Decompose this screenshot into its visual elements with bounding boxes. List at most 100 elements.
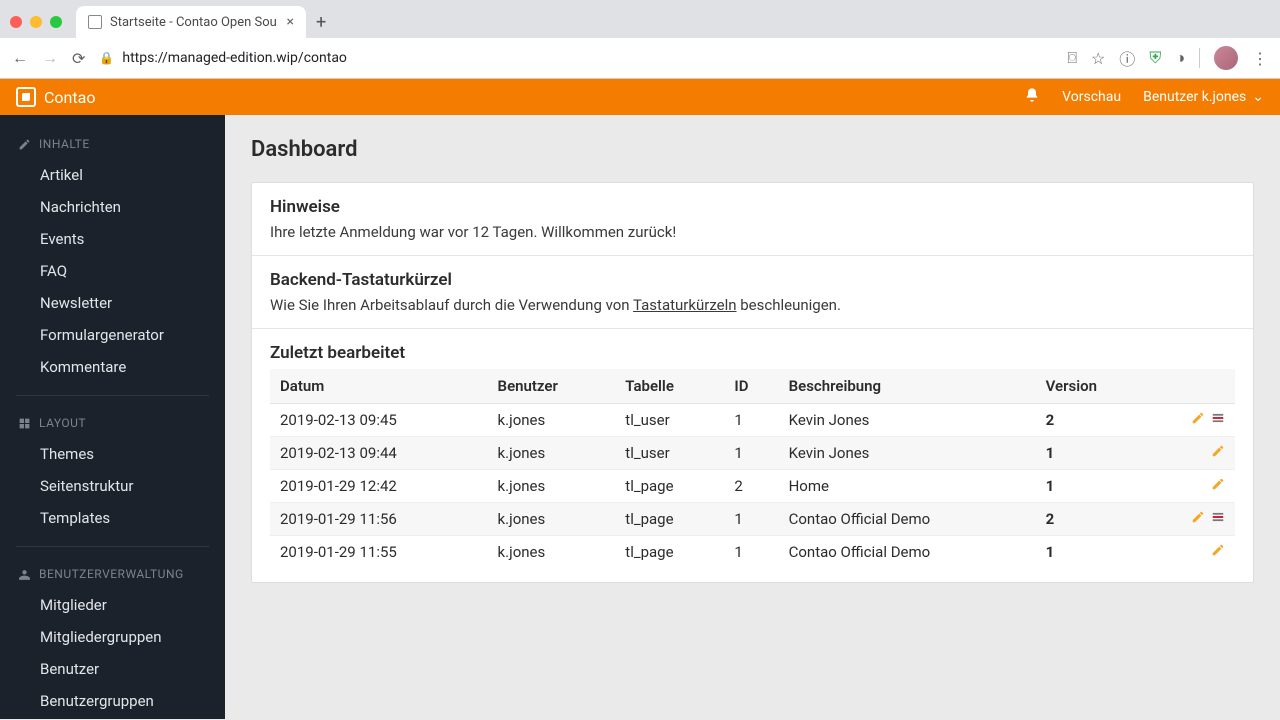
tab-bar: Startseite - Contao Open Sou × + xyxy=(0,0,1280,38)
cell-table: tl_page xyxy=(615,470,724,503)
sidebar-item-events[interactable]: Events xyxy=(0,223,225,255)
logo-icon xyxy=(16,87,36,107)
table-row: 2019-01-29 11:56k.jonestl_page1Contao Of… xyxy=(270,503,1235,536)
cell-version: 1 xyxy=(1036,470,1150,503)
info-icon[interactable]: ⓘ xyxy=(1119,46,1135,70)
address-bar: ← → ⟳ 🔒 https://managed-edition.wip/cont… xyxy=(0,38,1280,78)
tab-title: Startseite - Contao Open Sou xyxy=(110,15,277,30)
window-controls xyxy=(10,16,62,28)
notifications-icon[interactable] xyxy=(1024,87,1040,107)
toolbar-right: ⌼ ☆ ⓘ ⛨ ◑ ⋮ xyxy=(1067,46,1268,70)
shortcuts-link[interactable]: Tastaturkürzeln xyxy=(633,296,737,314)
window-close-icon[interactable] xyxy=(10,16,22,28)
sidebar-item-benutzergruppen[interactable]: Benutzergruppen xyxy=(0,685,225,717)
cell-desc: Contao Official Demo xyxy=(779,536,1036,569)
sidebar-divider xyxy=(16,395,209,396)
notice-panel: Hinweise Ihre letzte Anmeldung war vor 1… xyxy=(252,183,1253,256)
cell-table: tl_user xyxy=(615,437,724,470)
cell-date: 2019-01-29 11:56 xyxy=(270,503,488,536)
cell-user: k.jones xyxy=(488,536,616,569)
notice-text: Ihre letzte Anmeldung war vor 12 Tagen. … xyxy=(270,223,1235,241)
sidebar-item-faq[interactable]: FAQ xyxy=(0,255,225,287)
profile-avatar[interactable] xyxy=(1214,46,1238,70)
kebab-menu-icon[interactable]: ⋮ xyxy=(1252,49,1268,68)
cell-date: 2019-01-29 11:55 xyxy=(270,536,488,569)
edit-icon[interactable] xyxy=(1191,510,1205,528)
sidebar-item-kommentare[interactable]: Kommentare xyxy=(0,351,225,383)
cell-date: 2019-02-13 09:45 xyxy=(270,404,488,437)
edit-icon[interactable] xyxy=(1211,477,1225,495)
cell-desc: Contao Official Demo xyxy=(779,503,1036,536)
compare-icon[interactable] xyxy=(1211,411,1225,429)
star-icon[interactable]: ☆ xyxy=(1091,49,1105,68)
preview-link[interactable]: Vorschau xyxy=(1062,89,1121,105)
url-text: https://managed-edition.wip/contao xyxy=(122,50,347,66)
back-button[interactable]: ← xyxy=(12,48,28,68)
sidebar-item-benutzer[interactable]: Benutzer xyxy=(0,653,225,685)
user-menu[interactable]: Benutzer k.jones ⌄ xyxy=(1143,89,1264,105)
divider xyxy=(1199,48,1200,68)
sidebar-group-inhalte[interactable]: INHALTE xyxy=(0,129,225,159)
shortcuts-text: Wie Sie Ihren Arbeitsablauf durch die Ve… xyxy=(270,296,1235,314)
cell-id: 2 xyxy=(724,470,778,503)
user-label: Benutzer k.jones xyxy=(1143,89,1246,105)
edit-icon[interactable] xyxy=(1191,411,1205,429)
sidebar-item-mitgliedergruppen[interactable]: Mitgliedergruppen xyxy=(0,621,225,653)
edit-icon[interactable] xyxy=(1211,543,1225,561)
sidebar-item-themes[interactable]: Themes xyxy=(0,438,225,470)
brand-logo[interactable]: Contao xyxy=(16,87,95,107)
cell-actions xyxy=(1149,536,1235,569)
cell-user: k.jones xyxy=(488,503,616,536)
sidebar-group-benutzerverwaltung[interactable]: BENUTZERVERWALTUNG xyxy=(0,559,225,589)
edit-icon[interactable] xyxy=(1211,444,1225,462)
cell-user: k.jones xyxy=(488,404,616,437)
sidebar-item-artikel[interactable]: Artikel xyxy=(0,159,225,191)
browser-tab[interactable]: Startseite - Contao Open Sou × xyxy=(76,6,306,38)
cell-id: 1 xyxy=(724,404,778,437)
new-tab-button[interactable]: + xyxy=(316,12,326,33)
col-date: Datum xyxy=(270,369,488,404)
shortcuts-after: beschleunigen. xyxy=(737,296,841,314)
extension-icon[interactable]: ◑ xyxy=(1175,48,1185,68)
shortcuts-title: Backend-Tastaturkürzel xyxy=(270,270,1235,290)
cell-actions xyxy=(1149,437,1235,470)
sidebar-divider xyxy=(16,546,209,547)
sidebar-item-seitenstruktur[interactable]: Seitenstruktur xyxy=(0,470,225,502)
recent-panel: Zuletzt bearbeitet Datum Benutzer Tabell… xyxy=(252,329,1253,582)
table-row: 2019-01-29 12:42k.jonestl_page2Home1 xyxy=(270,470,1235,503)
shield-icon[interactable]: ⛨ xyxy=(1149,48,1161,68)
key-icon[interactable]: ⌼ xyxy=(1067,48,1077,68)
window-maximize-icon[interactable] xyxy=(50,16,62,28)
shortcuts-before: Wie Sie Ihren Arbeitsablauf durch die Ve… xyxy=(270,296,633,314)
col-user: Benutzer xyxy=(488,369,616,404)
window-minimize-icon[interactable] xyxy=(30,16,42,28)
sidebar-item-formulargenerator[interactable]: Formulargenerator xyxy=(0,319,225,351)
cell-actions xyxy=(1149,404,1235,437)
url-field[interactable]: 🔒 https://managed-edition.wip/contao xyxy=(99,50,1053,66)
cell-date: 2019-02-13 09:44 xyxy=(270,437,488,470)
tab-close-icon[interactable]: × xyxy=(287,14,294,30)
cell-desc: Home xyxy=(779,470,1036,503)
app-header: Contao Vorschau Benutzer k.jones ⌄ xyxy=(0,79,1280,115)
forward-button[interactable]: → xyxy=(42,48,58,68)
col-id: ID xyxy=(724,369,778,404)
sidebar-item-templates[interactable]: Templates xyxy=(0,502,225,534)
col-version: Version xyxy=(1036,369,1150,404)
cell-actions xyxy=(1149,470,1235,503)
cell-table: tl_page xyxy=(615,536,724,569)
sidebar-item-nachrichten[interactable]: Nachrichten xyxy=(0,191,225,223)
sidebar-item-newsletter[interactable]: Newsletter xyxy=(0,287,225,319)
cell-date: 2019-01-29 12:42 xyxy=(270,470,488,503)
table-row: 2019-01-29 11:55k.jonestl_page1Contao Of… xyxy=(270,536,1235,569)
cell-id: 1 xyxy=(724,536,778,569)
cell-id: 1 xyxy=(724,437,778,470)
brand-name: Contao xyxy=(44,88,95,107)
col-actions xyxy=(1149,369,1235,404)
main-content: Dashboard Hinweise Ihre letzte Anmeldung… xyxy=(225,115,1280,719)
compare-icon[interactable] xyxy=(1211,510,1225,528)
dashboard-card: Hinweise Ihre letzte Anmeldung war vor 1… xyxy=(251,182,1254,583)
reload-button[interactable]: ⟳ xyxy=(72,49,85,68)
sidebar-group-layout[interactable]: LAYOUT xyxy=(0,408,225,438)
page-title: Dashboard xyxy=(251,137,1254,162)
sidebar-item-mitglieder[interactable]: Mitglieder xyxy=(0,589,225,621)
